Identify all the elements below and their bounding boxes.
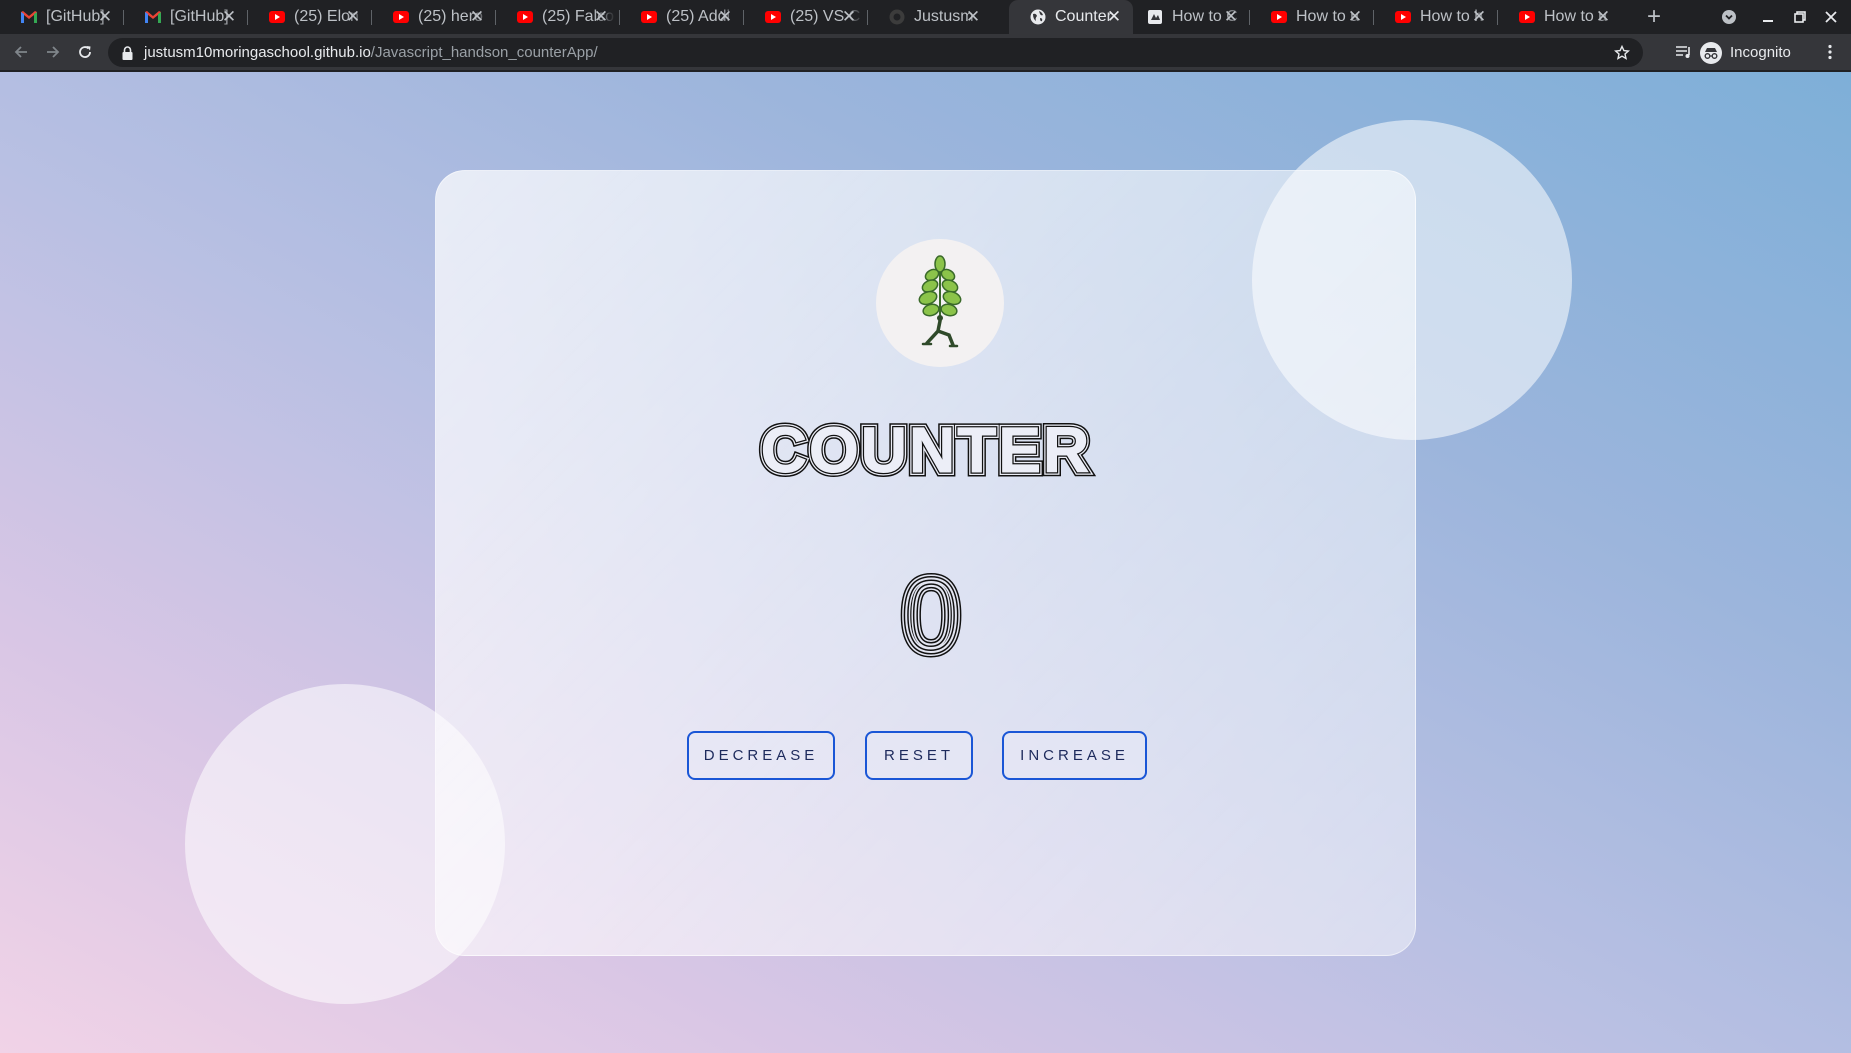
youtube-icon <box>764 8 782 26</box>
close-icon[interactable]: ✕ <box>467 7 487 27</box>
url-text: justusm10moringaschool.github.io/Javascr… <box>144 44 598 61</box>
page-title-inline-3: COUNTER <box>761 414 1091 486</box>
decrease-button[interactable]: DECREASE <box>687 731 835 780</box>
logo <box>876 239 1004 367</box>
reload-icon[interactable] <box>72 39 98 65</box>
close-icon[interactable]: ✕ <box>95 7 115 27</box>
page-viewport: COUNTER COUNTER COUNTER COUNTER 0 0 0 0 … <box>0 72 1851 1053</box>
increase-button[interactable]: INCREASE <box>1002 731 1147 780</box>
tab-item[interactable]: How to u ✕ <box>1250 0 1374 34</box>
tab-item[interactable]: How to u ✕ <box>1498 0 1622 34</box>
back-icon[interactable] <box>8 39 34 65</box>
forward-icon[interactable] <box>40 39 66 65</box>
tab-strip: [GitHub] ✕ [GitHub] ✕ (25) Elon ✕ (25) h… <box>0 0 1851 34</box>
tab-item[interactable]: [GitHub] ✕ <box>124 0 248 34</box>
close-icon[interactable]: ✕ <box>1345 7 1365 27</box>
close-icon[interactable]: ✕ <box>1221 7 1241 27</box>
gmail-icon <box>20 8 38 26</box>
incognito-profile-button[interactable]: Incognito <box>1700 38 1791 67</box>
incognito-icon <box>1700 41 1722 64</box>
tab-search-icon[interactable] <box>1718 6 1740 28</box>
tab-item[interactable]: (25) Elon ✕ <box>248 0 372 34</box>
close-icon[interactable]: ✕ <box>1469 7 1489 27</box>
close-icon[interactable]: ✕ <box>1593 7 1613 27</box>
youtube-icon <box>1394 8 1412 26</box>
youtube-icon <box>392 8 410 26</box>
tab-item[interactable]: Justusm ✕ <box>868 0 992 34</box>
youtube-icon <box>1270 8 1288 26</box>
bookmark-star-icon[interactable] <box>1611 42 1633 64</box>
profile-label: Incognito <box>1730 44 1791 61</box>
youtube-icon <box>268 8 286 26</box>
close-icon[interactable]: ✕ <box>839 7 859 27</box>
decorative-circle <box>1252 120 1572 440</box>
lock-icon[interactable] <box>120 45 134 61</box>
tab-item[interactable]: (25) VS C ✕ <box>744 0 868 34</box>
close-icon[interactable]: ✕ <box>343 7 363 27</box>
close-icon[interactable]: ✕ <box>219 7 239 27</box>
close-icon[interactable]: ✕ <box>715 7 735 27</box>
minimize-icon[interactable] <box>1757 6 1779 28</box>
youtube-icon <box>640 8 658 26</box>
browser-toolbar: justusm10moringaschool.github.io/Javascr… <box>0 34 1851 71</box>
gmail-icon <box>144 8 162 26</box>
button-row: DECREASE RESET INCREASE <box>436 731 1417 781</box>
media-controls-icon[interactable] <box>1672 40 1696 64</box>
count-value-inline-3: 0 <box>902 558 960 671</box>
youtube-icon <box>1518 8 1536 26</box>
tab-item[interactable]: How to C ✕ <box>1126 0 1250 34</box>
tab-item[interactable]: How to h ✕ <box>1374 0 1498 34</box>
reset-button[interactable]: RESET <box>865 731 973 780</box>
tab-item[interactable]: (25) Addi ✕ <box>620 0 744 34</box>
restore-icon[interactable] <box>1789 6 1811 28</box>
url-host: justusm10moringaschool.github.io <box>144 44 371 61</box>
url-path: /Javascript_handson_counterApp/ <box>370 44 598 61</box>
tab-item[interactable]: (25) hero ✕ <box>372 0 496 34</box>
tab-item[interactable]: [GitHub] ✕ <box>0 0 124 34</box>
github-icon <box>888 8 906 26</box>
close-window-icon[interactable] <box>1820 6 1842 28</box>
tab-item[interactable]: (25) Falco ✕ <box>496 0 620 34</box>
page-title: COUNTER COUNTER COUNTER COUNTER <box>756 410 1093 487</box>
plant-logo-icon <box>918 255 962 348</box>
page-icon <box>1146 8 1164 26</box>
count-display: 0 0 0 0 <box>897 553 966 672</box>
close-icon[interactable]: ✕ <box>1104 7 1124 27</box>
more-menu-icon[interactable] <box>1818 40 1842 64</box>
new-tab-button[interactable]: + <box>1640 3 1668 31</box>
address-bar[interactable]: justusm10moringaschool.github.io/Javascr… <box>108 38 1643 67</box>
globe-icon <box>1029 8 1047 26</box>
youtube-icon <box>516 8 534 26</box>
close-icon[interactable]: ✕ <box>963 7 983 27</box>
tab-item-active[interactable]: Counter ✕ <box>1009 0 1133 34</box>
close-icon[interactable]: ✕ <box>591 7 611 27</box>
